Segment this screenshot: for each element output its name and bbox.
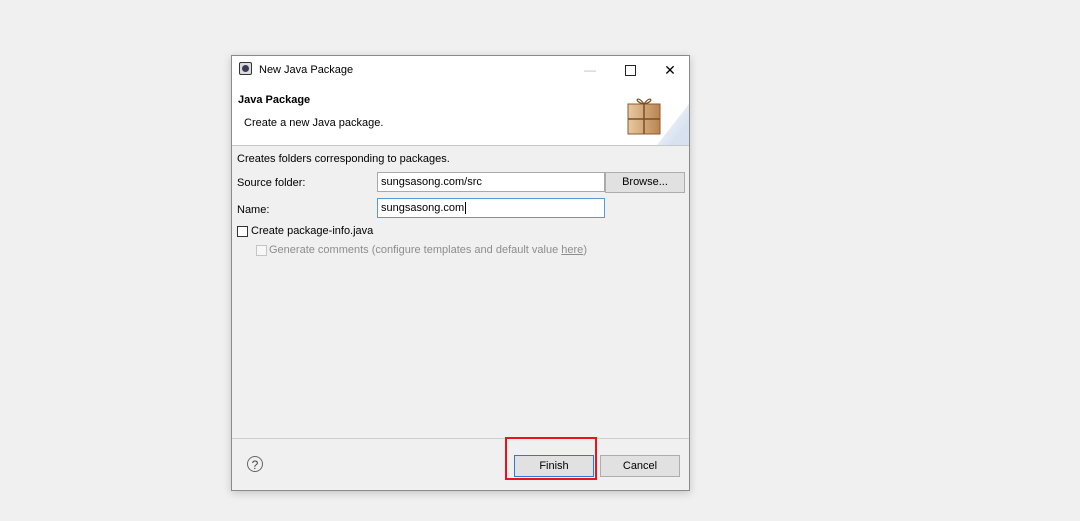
form-intro-text: Creates folders corresponding to package… <box>237 153 450 165</box>
help-button[interactable]: ? <box>247 456 263 472</box>
browse-button[interactable]: Browse... <box>605 172 685 193</box>
name-label: Name: <box>237 204 270 216</box>
wizard-header: Java Package Create a new Java package. <box>232 84 689 146</box>
source-folder-value: sungsasong.com/src <box>381 176 482 188</box>
window-title: New Java Package <box>259 64 354 76</box>
source-folder-input[interactable]: sungsasong.com/src <box>377 172 605 192</box>
finish-highlight-box <box>505 437 597 480</box>
wizard-title: Java Package <box>238 94 311 106</box>
generate-comments-checkbox[interactable] <box>256 245 267 256</box>
wizard-description: Create a new Java package. <box>244 117 384 129</box>
generate-comments-label: Generate comments (configure templates a… <box>269 244 587 256</box>
name-input[interactable]: sungsasong.com <box>377 198 605 218</box>
footer-divider <box>232 438 689 439</box>
package-banner-icon <box>627 98 689 145</box>
maximize-icon <box>624 65 636 77</box>
create-package-info-checkbox[interactable] <box>237 226 248 237</box>
source-folder-label: Source folder: <box>237 177 306 189</box>
configure-templates-link[interactable]: here <box>561 244 583 256</box>
eclipse-app-icon <box>239 62 252 75</box>
screen: New Java Package — ✕ Java Package Create… <box>0 0 1080 521</box>
minimize-button[interactable]: — <box>572 56 608 84</box>
generate-comments-text: Generate comments (configure templates a… <box>269 244 562 256</box>
name-value: sungsasong.com <box>381 202 465 214</box>
cancel-button[interactable]: Cancel <box>600 455 680 477</box>
close-button[interactable]: ✕ <box>652 56 688 84</box>
text-caret <box>465 202 467 215</box>
generate-comments-suffix: ) <box>583 244 587 256</box>
create-package-info-label[interactable]: Create package-info.java <box>251 225 373 237</box>
title-bar[interactable]: New Java Package — ✕ <box>232 56 689 84</box>
maximize-button[interactable] <box>612 56 648 84</box>
new-java-package-dialog: New Java Package — ✕ Java Package Create… <box>231 55 690 491</box>
